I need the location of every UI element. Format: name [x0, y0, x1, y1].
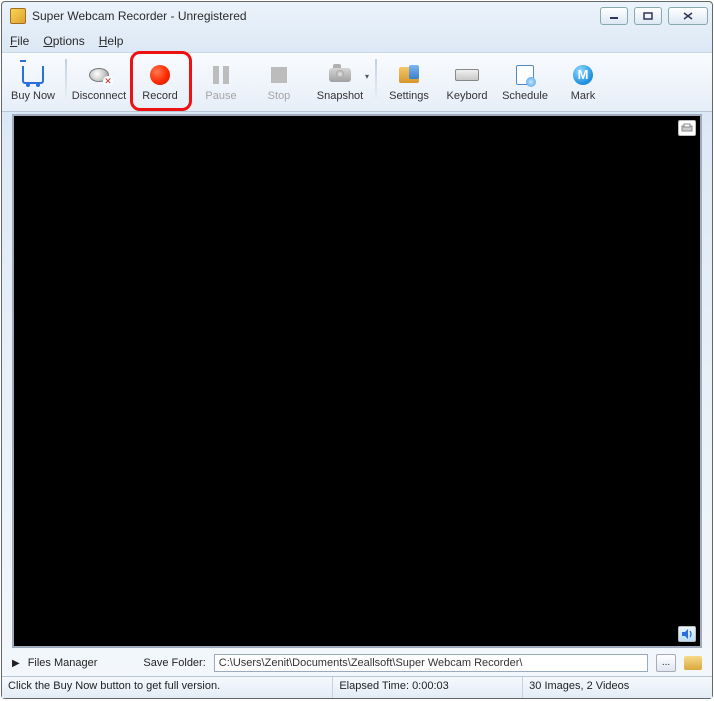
stop-label: Stop — [268, 90, 291, 102]
mark-icon: M — [573, 65, 593, 85]
settings-button[interactable]: Settings — [380, 55, 438, 109]
settings-label: Settings — [389, 90, 429, 102]
close-button[interactable] — [668, 7, 708, 25]
window-title: Super Webcam Recorder - Unregistered — [32, 9, 600, 23]
keyboard-icon — [455, 69, 479, 81]
save-folder-label: Save Folder: — [143, 657, 205, 669]
status-counts: 30 Images, 2 Videos — [523, 677, 712, 698]
snapshot-button[interactable]: Snapshot ▾ — [308, 55, 372, 109]
menu-help[interactable]: Help — [99, 34, 124, 48]
chevron-down-icon[interactable]: ▾ — [365, 72, 369, 81]
disconnect-button[interactable]: Disconnect — [70, 55, 128, 109]
app-window: Super Webcam Recorder - Unregistered Fil… — [1, 1, 713, 699]
video-frame — [12, 114, 702, 648]
toolbar: Buy Now Disconnect Record Pause Stop Sna… — [2, 52, 712, 112]
status-bar: Click the Buy Now button to get full ver… — [2, 676, 712, 698]
status-hint: Click the Buy Now button to get full ver… — [2, 677, 333, 698]
menu-options[interactable]: Options — [43, 34, 84, 48]
pause-button[interactable]: Pause — [192, 55, 250, 109]
speaker-icon[interactable] — [678, 626, 696, 642]
buynow-label: Buy Now — [11, 90, 55, 102]
printer-icon[interactable] — [678, 120, 696, 136]
schedule-label: Schedule — [502, 90, 548, 102]
settings-icon — [399, 67, 419, 83]
keyboard-label: Keybord — [447, 90, 488, 102]
browse-button[interactable]: ... — [656, 654, 676, 672]
toolbar-separator — [65, 59, 67, 105]
menu-bar: File Options Help — [2, 30, 712, 52]
cart-icon — [22, 66, 44, 84]
stop-button[interactable]: Stop — [250, 55, 308, 109]
schedule-button[interactable]: Schedule — [496, 55, 554, 109]
record-button[interactable]: Record — [128, 55, 192, 109]
stop-icon — [271, 67, 287, 83]
files-bar: ▶ Files Manager Save Folder: ... — [12, 650, 702, 676]
menu-file[interactable]: File — [10, 34, 29, 48]
snapshot-label: Snapshot — [317, 90, 363, 102]
open-folder-icon[interactable] — [684, 656, 702, 670]
pause-label: Pause — [205, 90, 236, 102]
pause-icon — [213, 66, 229, 84]
maximize-button[interactable] — [634, 7, 662, 25]
mark-label: Mark — [571, 90, 595, 102]
record-label: Record — [142, 90, 177, 102]
minimize-button[interactable] — [600, 7, 628, 25]
app-icon — [10, 8, 26, 24]
mark-button[interactable]: M Mark — [554, 55, 612, 109]
expand-files-icon[interactable]: ▶ — [12, 658, 20, 669]
toolbar-separator — [375, 59, 377, 105]
record-icon — [150, 65, 170, 85]
title-bar: Super Webcam Recorder - Unregistered — [2, 2, 712, 30]
save-folder-input[interactable] — [214, 654, 648, 672]
camera-icon — [329, 68, 351, 82]
webcam-disconnect-icon — [89, 68, 109, 82]
files-manager-label[interactable]: Files Manager — [28, 657, 98, 669]
keyboard-button[interactable]: Keybord — [438, 55, 496, 109]
video-preview — [14, 116, 700, 646]
schedule-icon — [516, 65, 534, 85]
status-elapsed: Elapsed Time: 0:00:03 — [333, 677, 523, 698]
disconnect-label: Disconnect — [72, 90, 126, 102]
buynow-button[interactable]: Buy Now — [4, 55, 62, 109]
